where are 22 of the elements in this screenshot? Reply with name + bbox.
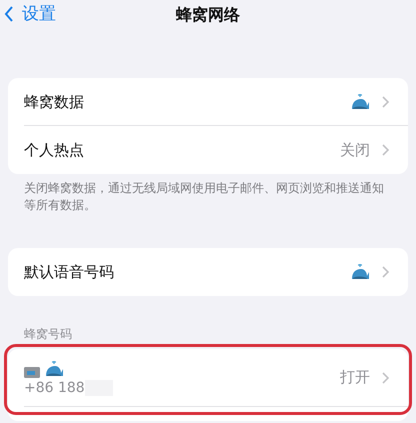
sim-card-icon [24,366,40,378]
row-value: 打开 [340,368,370,388]
settings-row[interactable]: 个人热点 关闭 [8,126,408,174]
settings-row[interactable]: 蜂窝数据 [8,78,408,126]
back-icon [4,6,14,22]
section-footer: 关闭蜂窝数据，通过无线局域网使用电子邮件、网页浏览和推送通知等所有数据。 [0,174,416,214]
whale-icon [44,360,64,378]
whale-icon [350,93,370,111]
chevron-icon [382,96,390,108]
row-label: 蜂窝数据 [24,93,84,111]
row-value: 关闭 [340,140,370,160]
phone-number: +86 188 [24,380,85,396]
section-header: 蜂窝号码 [23,326,73,343]
whale-icon [350,262,370,281]
page-title: 蜂窝网络 [176,4,240,26]
settings-row[interactable]: 默认语音号码 [8,248,408,296]
back-button[interactable]: 设置 [0,2,60,25]
chevron-icon [382,372,390,384]
chevron-icon [382,266,390,278]
row-label: 个人热点 [24,141,84,159]
row-label: 默认语音号码 [24,262,114,281]
chevron-icon [382,144,390,156]
